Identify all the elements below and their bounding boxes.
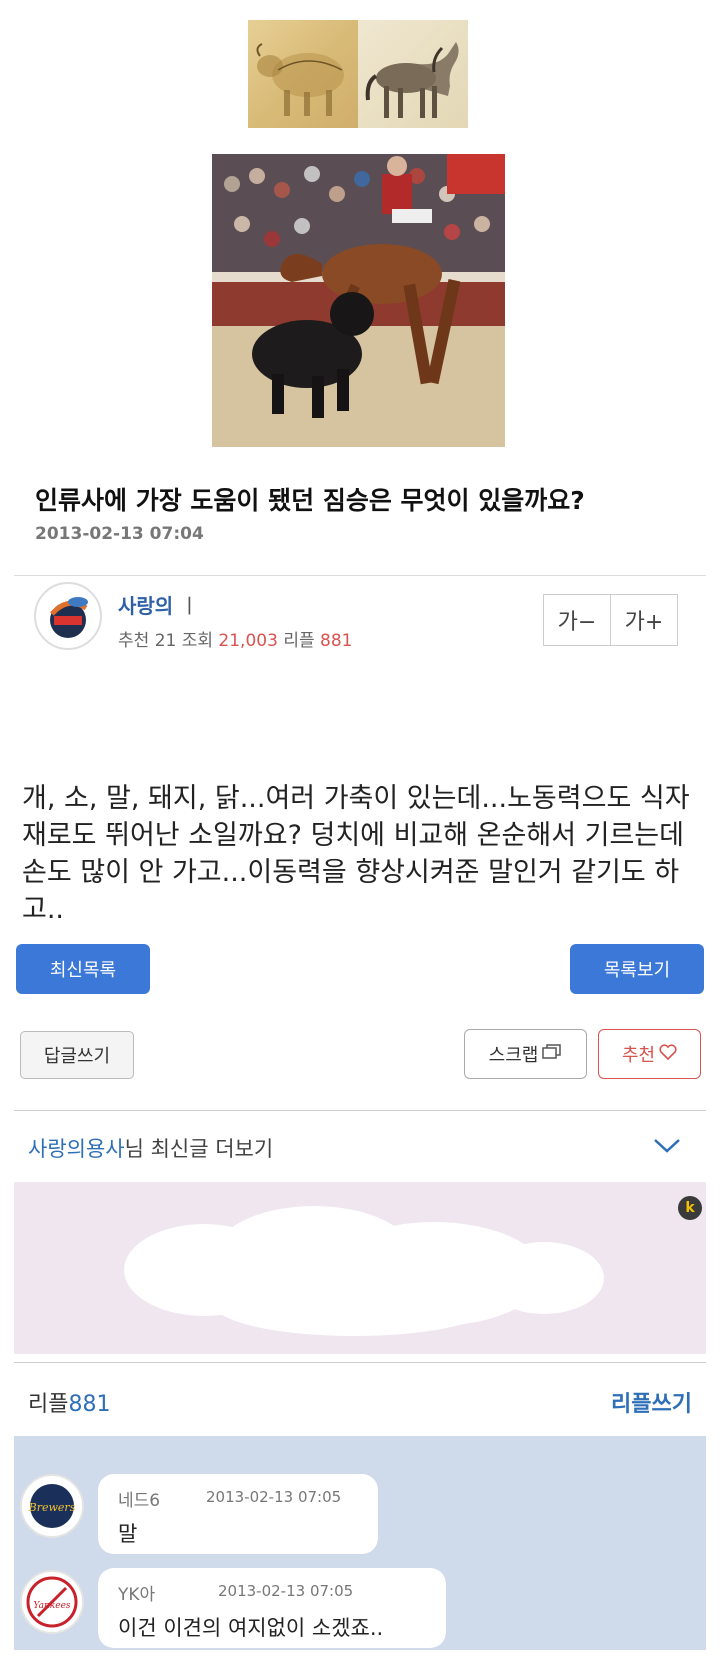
team-logo-text: Brewers bbox=[28, 1501, 76, 1514]
replies-label: 리플 bbox=[283, 631, 315, 651]
post-body: 개, 소, 말, 돼지, 닭...여러 가축이 있는데...노동력으도 식자재로… bbox=[22, 783, 690, 925]
font-increase-button[interactable]: 가+ bbox=[610, 594, 678, 646]
recommend-label: 추천 bbox=[118, 631, 150, 651]
comment-date: 2013-02-13 07:05 bbox=[206, 1488, 342, 1506]
more-posts-text: 사랑의용사님 최신글 더보기 bbox=[28, 1133, 273, 1163]
more-posts-author: 사랑의용사 bbox=[28, 1137, 125, 1161]
ad-banner[interactable]: k bbox=[14, 1182, 706, 1354]
recommend-count: 21 bbox=[154, 631, 177, 651]
more-posts-row[interactable]: 사랑의용사님 최신글 더보기 bbox=[14, 1113, 706, 1181]
reply-count-label: 리플 bbox=[28, 1392, 69, 1417]
recommend-button-label: 추천 bbox=[621, 1045, 656, 1066]
scrap-icon bbox=[542, 1043, 562, 1065]
write-reply-button[interactable]: 답글쓰기 bbox=[20, 1031, 134, 1079]
commenter-avatar[interactable]: Yankees bbox=[20, 1570, 84, 1634]
scrap-button[interactable]: 스크랩 bbox=[464, 1029, 587, 1079]
comment-text: 말 bbox=[118, 1522, 138, 1546]
divider bbox=[14, 1110, 706, 1111]
reply-header: 리플881 리플쓰기 bbox=[14, 1364, 706, 1434]
post-title: 인류사에 가장 도움이 됐던 짐승은 무엇이 있을까요? bbox=[35, 486, 585, 515]
comment-list: Brewers 네드6 2013-02-13 07:05 말 Yankees Y… bbox=[14, 1436, 706, 1650]
write-comment-button[interactable]: 리플쓰기 bbox=[611, 1386, 692, 1418]
recommend-button[interactable]: 추천 bbox=[598, 1029, 701, 1079]
scrap-label: 스크랩 bbox=[488, 1045, 539, 1066]
views-count: 21,003 bbox=[218, 631, 278, 651]
author-avatar[interactable] bbox=[34, 582, 102, 650]
horse-painting bbox=[358, 20, 468, 128]
font-decrease-button[interactable]: 가− bbox=[543, 594, 611, 646]
ox-painting bbox=[248, 20, 358, 128]
replies-count: 881 bbox=[320, 631, 353, 651]
reply-count: 리플881 bbox=[28, 1386, 110, 1418]
comment-text: 이건 이견의 여지없이 소겠죠.. bbox=[118, 1616, 384, 1640]
author-name-text: 사랑의 bbox=[118, 594, 174, 618]
reply-count-number: 881 bbox=[68, 1392, 111, 1417]
heart-icon bbox=[659, 1043, 677, 1065]
comment-bubble: 네드6 2013-02-13 07:05 말 bbox=[98, 1474, 378, 1554]
views-label: 조회 bbox=[181, 631, 214, 651]
comment-date: 2013-02-13 07:05 bbox=[218, 1582, 354, 1600]
commenter-name[interactable]: YK아 bbox=[118, 1580, 155, 1605]
ox-horse-painting-image bbox=[248, 20, 468, 128]
bullfight-photo bbox=[212, 154, 505, 447]
post-stats: 추천 21 조회 21,003 리플 881 bbox=[118, 626, 352, 651]
comment-bubble: YK아 2013-02-13 07:05 이건 이견의 여지없이 소겠죠.. bbox=[98, 1568, 446, 1648]
ad-obscured-area bbox=[124, 1206, 604, 1336]
author-name[interactable]: 사랑의 ㅣ bbox=[118, 590, 199, 619]
more-posts-label: 님 최신글 더보기 bbox=[124, 1137, 274, 1161]
divider bbox=[14, 1362, 706, 1363]
commenter-name[interactable]: 네드6 bbox=[118, 1486, 160, 1511]
post-date: 2013-02-13 07:04 bbox=[35, 524, 204, 544]
view-list-button[interactable]: 목록보기 bbox=[570, 944, 704, 994]
chevron-down-icon[interactable] bbox=[652, 1137, 682, 1159]
ad-badge-icon[interactable]: k bbox=[678, 1196, 702, 1220]
author-name-suffix: ㅣ bbox=[180, 594, 199, 618]
divider bbox=[14, 575, 706, 576]
commenter-avatar[interactable]: Brewers bbox=[20, 1474, 84, 1538]
team-logo-text: Yankees bbox=[33, 1601, 71, 1611]
latest-list-button[interactable]: 최신목록 bbox=[16, 944, 150, 994]
